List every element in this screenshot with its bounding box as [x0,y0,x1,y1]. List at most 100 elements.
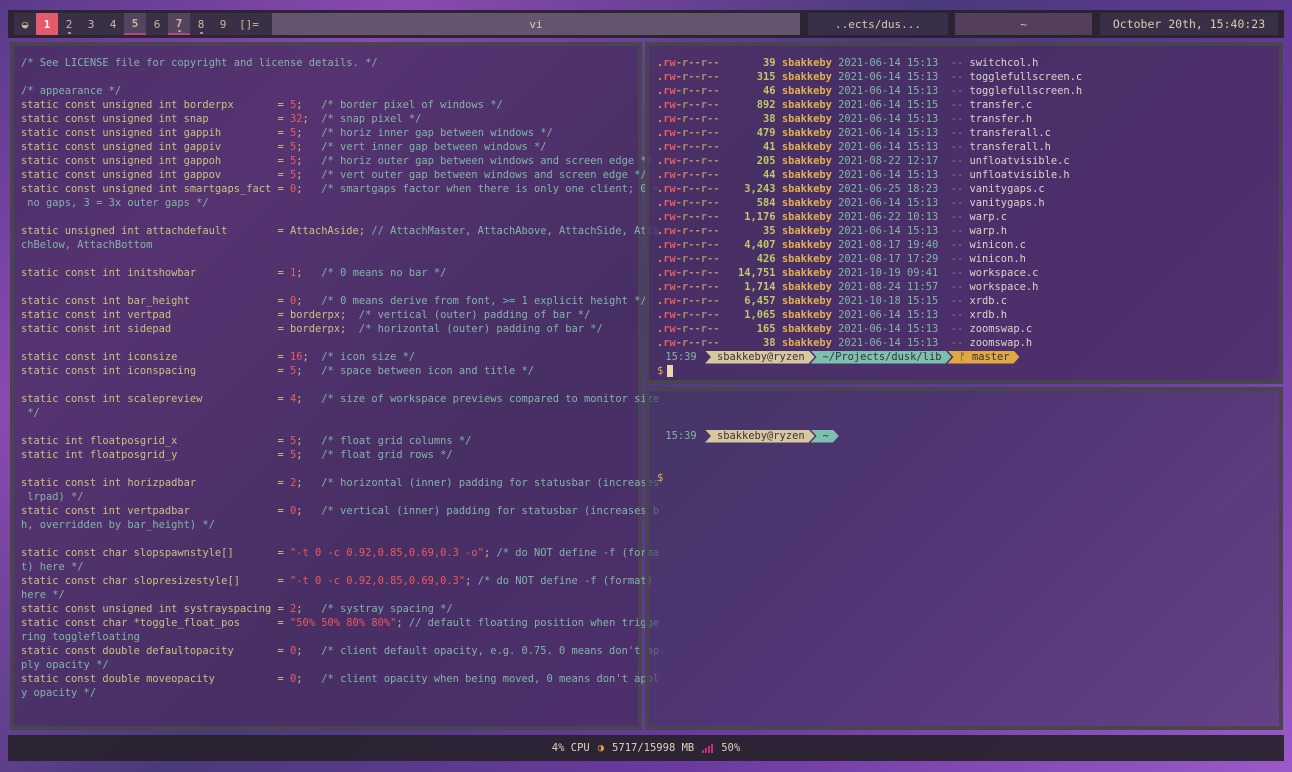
code-line: static int floatposgrid_y = 5; /* float … [21,448,659,462]
tag-occupied-indicator [68,32,71,34]
file-row[interactable]: .rw-r--r-- 205 sbakkeby 2021-08-22 12:17 … [657,154,1082,168]
file-size: 892 [756,99,776,111]
volume-status: 50% [721,742,741,754]
code-line: ply opacity */ [21,658,659,672]
code-token: static const char slopspawnstyle[] = [21,547,290,559]
code-line: static const double defaultopacity = 0; … [21,644,659,658]
file-owner: sbakkeby [781,197,832,209]
tag-1[interactable]: 1 [36,13,58,35]
shell-prompt[interactable]: $ [657,471,839,485]
tag-label: 6 [153,17,161,31]
file-row[interactable]: .rw-r--r-- 3,243 sbakkeby 2021-06-25 18:2… [657,182,1082,196]
file-row[interactable]: .rw-r--r-- 1,065 sbakkeby 2021-06-14 15:1… [657,308,1082,322]
code-line: static const unsigned int gappov = 5; /*… [21,168,659,182]
tag-label: 5 [131,16,139,30]
code-line: static const char slopresizestyle[] = "-… [21,574,659,588]
file-row[interactable]: .rw-r--r-- 1,714 sbakkeby 2021-08-24 11:5… [657,280,1082,294]
code-token: chBelow, AttachBottom [21,239,153,251]
code-token: static const unsigned int gappov = [21,169,290,181]
tag-2[interactable]: 2 [58,13,80,35]
file-date: 2021-06-14 15:13 [838,309,939,321]
file-row[interactable]: .rw-r--r-- 315 sbakkeby 2021-06-14 15:13 … [657,70,1082,84]
tag-6[interactable]: 6 [146,13,168,35]
code-token: 16 [290,351,303,363]
file-row[interactable]: .rw-r--r-- 892 sbakkeby 2021-06-14 15:15 … [657,98,1082,112]
permissions: .rw-r--r-- [657,57,720,69]
file-row[interactable]: .rw-r--r-- 584 sbakkeby 2021-06-14 15:13 … [657,196,1082,210]
code-token: /* size of workspace previews compared t… [302,393,660,405]
tag-7[interactable]: 7 [168,13,190,35]
permissions: .rw-r--r-- [657,281,720,293]
file-owner: sbakkeby [781,309,832,321]
code-line: static const unsigned int borderpx = 5; … [21,98,659,112]
file-date: 2021-06-14 15:13 [838,85,939,97]
tag-4[interactable]: 4 [102,13,124,35]
file-owner: sbakkeby [781,113,832,125]
file-row[interactable]: .rw-r--r-- 6,457 sbakkeby 2021-10-18 15:1… [657,294,1082,308]
code-token: static const unsigned int snap = [21,113,290,125]
file-row[interactable]: .rw-r--r-- 1,176 sbakkeby 2021-06-22 10:1… [657,210,1082,224]
window-title-dir[interactable]: ..ects/dus... [808,13,948,35]
tag-9[interactable]: 9 [212,13,234,35]
file-size: 46 [763,85,776,97]
file-date: 2021-08-17 17:29 [838,253,939,265]
code-token: /* do NOT define -f (forma [490,547,660,559]
code-line: static const double moveopacity = 0; /* … [21,672,659,686]
file-date: 2021-06-14 15:13 [838,337,939,349]
file-row[interactable]: .rw-r--r-- 46 sbakkeby 2021-06-14 15:13 -… [657,84,1082,98]
code-token: /* vert outer gap between windows and sc… [302,169,647,181]
code-line: static const int vertpadbar = 0; /* vert… [21,504,659,518]
tag-8[interactable]: 8 [190,13,212,35]
file-size: 479 [756,127,776,139]
file-row[interactable]: .rw-r--r-- 14,751 sbakkeby 2021-10-19 09:… [657,266,1082,280]
file-row[interactable]: .rw-r--r-- 165 sbakkeby 2021-06-14 15:13 … [657,322,1082,336]
shell-prompt[interactable]: $ [657,364,1082,378]
tag-3[interactable]: 3 [80,13,102,35]
file-row[interactable]: .rw-r--r-- 38 sbakkeby 2021-06-14 15:13 -… [657,336,1082,350]
cursor [667,365,674,377]
window-title-home[interactable]: ~ [955,13,1092,35]
file-row[interactable]: .rw-r--r-- 35 sbakkeby 2021-06-14 15:13 -… [657,224,1082,238]
code-token: "-t 0 -c 0.92,0.85,0.69,0.3 -o" [290,547,484,559]
file-row[interactable]: .rw-r--r-- 41 sbakkeby 2021-06-14 15:13 -… [657,140,1082,154]
tag-label: 3 [87,17,95,31]
file-size: 4,407 [744,239,776,251]
file-row[interactable]: .rw-r--r-- 44 sbakkeby 2021-06-14 15:13 -… [657,168,1082,182]
separator: -- [950,281,964,293]
code-line: static const unsigned int smartgaps_fact… [21,182,659,196]
dusk-logo-icon[interactable]: ◒ [14,13,36,35]
terminal-listing[interactable]: .rw-r--r-- 39 sbakkeby 2021-06-14 15:13 -… [645,42,1283,384]
separator: -- [950,169,964,181]
tag-label: 8 [197,17,205,31]
prompt-git-branch: ᚠ master [947,351,1019,364]
code-line: static const int vertpad = borderpx; /* … [21,308,659,322]
prompt-line: 15:39 sbakkeby@ryzen ~/Projects/dusk/lib ᚠ … [657,350,1082,364]
file-name: transferall.h [969,141,1051,153]
file-size: 38 [763,337,776,349]
window-title[interactable]: vi [272,13,800,35]
separator: -- [950,267,964,279]
separator: -- [950,337,964,349]
tag-label: 4 [109,17,117,31]
code-text[interactable]: /* See LICENSE file for copyright and li… [21,56,659,700]
file-owner: sbakkeby [781,239,832,251]
code-token: // default floating position when trigge [402,617,660,629]
file-size: 1,176 [744,211,776,223]
file-size: 41 [763,141,776,153]
file-row[interactable]: .rw-r--r-- 4,407 sbakkeby 2021-08-17 19:4… [657,238,1082,252]
file-row[interactable]: .rw-r--r-- 426 sbakkeby 2021-08-17 17:29 … [657,252,1082,266]
code-token: t) here */ [21,561,84,573]
file-row[interactable]: .rw-r--r-- 39 sbakkeby 2021-06-14 15:13 -… [657,56,1082,70]
code-token: /* appearance */ [21,85,122,97]
file-row[interactable]: .rw-r--r-- 38 sbakkeby 2021-06-14 15:13 -… [657,112,1082,126]
tag-5[interactable]: 5 [124,13,146,35]
tag-occupied-indicator [200,32,203,34]
terminal-empty[interactable]: 15:39 sbakkeby@ryzen ~ $ [645,387,1283,730]
code-line: static const int iconsize = 16; /* icon … [21,350,659,364]
file-row[interactable]: .rw-r--r-- 479 sbakkeby 2021-06-14 15:13 … [657,126,1082,140]
file-date: 2021-06-14 15:13 [838,197,939,209]
layout-symbol[interactable]: []= [234,13,264,35]
editor-window[interactable]: /* See LICENSE file for copyright and li… [10,42,659,730]
code-line: static const unsigned int snap = 32; /* … [21,112,659,126]
